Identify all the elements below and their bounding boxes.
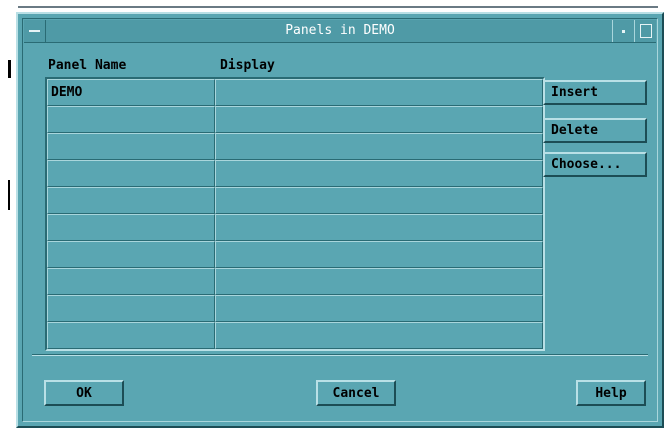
panels-dialog: Panels in DEMO Panel Name Display DEMO I… — [16, 12, 664, 428]
table-row[interactable] — [47, 241, 543, 268]
divider — [32, 354, 648, 356]
panel-name-cell[interactable] — [47, 160, 215, 187]
table-row[interactable] — [47, 268, 543, 295]
display-cell[interactable] — [215, 106, 543, 133]
panel-name-cell[interactable] — [47, 295, 215, 322]
table-row[interactable] — [47, 295, 543, 322]
panel-name-cell[interactable] — [47, 322, 215, 349]
table-row[interactable] — [47, 160, 543, 187]
display-cell[interactable] — [215, 79, 543, 106]
display-cell[interactable] — [215, 241, 543, 268]
panel-name-cell[interactable] — [47, 133, 215, 160]
column-header-panel-name: Panel Name — [48, 58, 127, 73]
background-artifact — [8, 180, 10, 210]
table-row[interactable] — [47, 187, 543, 214]
display-cell[interactable] — [215, 322, 543, 349]
display-cell[interactable] — [215, 268, 543, 295]
background-window-edge — [18, 6, 658, 8]
table-row[interactable] — [47, 322, 543, 349]
panel-name-cell[interactable] — [47, 187, 215, 214]
panel-name-cell[interactable] — [47, 106, 215, 133]
panel-name-cell[interactable] — [47, 268, 215, 295]
panel-name-cell[interactable] — [47, 214, 215, 241]
minimize-button[interactable] — [612, 20, 634, 42]
maximize-button[interactable] — [634, 20, 656, 42]
display-cell[interactable] — [215, 187, 543, 214]
panel-name-cell[interactable]: DEMO — [47, 79, 215, 106]
background-artifact — [8, 60, 11, 78]
table-row[interactable] — [47, 214, 543, 241]
table-row[interactable]: DEMO — [47, 79, 543, 106]
window-title: Panels in DEMO — [285, 23, 395, 38]
table-row[interactable] — [47, 133, 543, 160]
display-cell[interactable] — [215, 214, 543, 241]
maximize-icon — [640, 24, 652, 38]
help-button[interactable]: Help — [576, 380, 646, 406]
display-cell[interactable] — [215, 160, 543, 187]
panels-table: DEMO — [45, 77, 545, 351]
table-row[interactable] — [47, 106, 543, 133]
choose-button[interactable]: Choose... — [543, 152, 647, 177]
cancel-button[interactable]: Cancel — [316, 380, 396, 406]
minimize-icon — [622, 30, 625, 33]
ok-button[interactable]: OK — [44, 380, 124, 406]
panel-name-cell[interactable] — [47, 241, 215, 268]
column-header-display: Display — [220, 58, 275, 73]
title-bar[interactable]: Panels in DEMO — [24, 20, 656, 43]
delete-button[interactable]: Delete — [543, 118, 647, 143]
display-cell[interactable] — [215, 133, 543, 160]
display-cell[interactable] — [215, 295, 543, 322]
insert-button[interactable]: Insert — [543, 80, 647, 105]
